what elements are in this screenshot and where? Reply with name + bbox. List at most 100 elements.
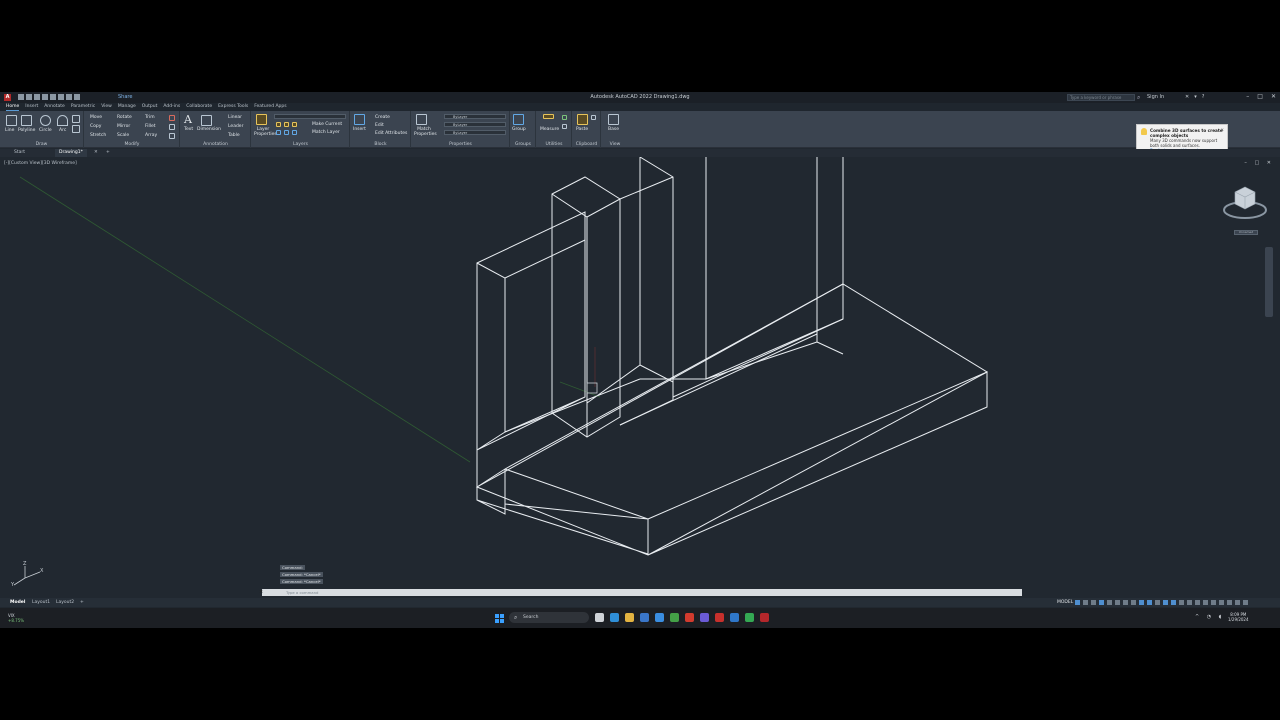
task-view-icon[interactable] (595, 613, 604, 622)
properties-panel-title[interactable]: Properties (412, 142, 509, 147)
layer-walk-icon[interactable] (292, 130, 297, 135)
tab-insert[interactable]: Insert (25, 103, 38, 111)
calculator-icon[interactable] (562, 115, 567, 120)
file-explorer-icon[interactable] (625, 613, 634, 622)
paste-icon[interactable] (577, 114, 588, 125)
tab-add-ins[interactable]: Add-ins (163, 103, 180, 111)
tab-drawing1[interactable]: Drawing1* (55, 149, 87, 157)
linear-button[interactable]: Linear (228, 115, 242, 120)
draw-panel-title[interactable]: Draw (0, 142, 83, 147)
acrobat-icon[interactable] (760, 613, 769, 622)
explode-icon[interactable] (169, 124, 175, 130)
tab-output[interactable]: Output (142, 103, 158, 111)
minimize-icon[interactable]: – (1246, 93, 1249, 100)
block-panel-title[interactable]: Block (351, 142, 410, 147)
create-block-button[interactable]: Create (375, 115, 390, 120)
ticker-widget[interactable]: VIX +8.75% (8, 613, 24, 623)
text-button[interactable]: Text (184, 127, 193, 132)
chrome-icon[interactable] (670, 613, 679, 622)
arc-icon[interactable] (57, 115, 68, 126)
utilities-panel-title[interactable]: Utilities (537, 142, 571, 147)
customization-menu-icon[interactable] (1243, 600, 1248, 605)
tab-collaborate[interactable]: Collaborate (186, 103, 212, 111)
polyline-button[interactable]: Polyline (18, 128, 35, 133)
tab-annotate[interactable]: Annotate (44, 103, 65, 111)
rotate-button[interactable]: Rotate (117, 115, 132, 120)
edge-icon[interactable] (610, 613, 619, 622)
isodraft-icon[interactable] (1107, 600, 1112, 605)
navigation-bar[interactable] (1265, 247, 1273, 317)
layer-properties-icon[interactable] (256, 114, 267, 125)
copy-button[interactable]: Copy (90, 124, 101, 129)
layers-panel-title[interactable]: Layers (252, 142, 349, 147)
command-input[interactable]: Type a command (286, 590, 986, 595)
grid-icon[interactable] (1075, 600, 1080, 605)
copy-clip-icon[interactable] (591, 115, 596, 120)
annotation-panel-title[interactable]: Annotation (181, 142, 250, 147)
store-icon[interactable] (640, 613, 649, 622)
paste-button[interactable]: Paste (576, 127, 588, 132)
taskbar-search-input[interactable]: ⌕ Search (509, 612, 589, 623)
clipboard-panel-title[interactable]: Clipboard (573, 142, 600, 147)
hardware-acceleration-icon[interactable] (1227, 600, 1232, 605)
base-view-icon[interactable] (608, 114, 619, 125)
teams-icon[interactable] (700, 613, 709, 622)
ucs-menu[interactable]: Unnamed (1234, 230, 1258, 235)
modify-panel-title[interactable]: Modify (85, 142, 179, 147)
edit-attributes-button[interactable]: Edit Attributes (375, 131, 407, 136)
hatch-icon[interactable] (72, 125, 80, 133)
system-tray[interactable]: ^ ◔ ◖ (1195, 614, 1224, 620)
move-button[interactable]: Move (90, 115, 102, 120)
color-dropdown[interactable]: ByLayer (444, 114, 506, 119)
circle-button[interactable]: Circle (39, 128, 52, 133)
osnap-icon[interactable] (1123, 600, 1128, 605)
rectangle-icon[interactable] (72, 115, 80, 123)
model-space-canvas[interactable] (0, 157, 1280, 597)
tab-manage[interactable]: Manage (118, 103, 136, 111)
help-icon[interactable]: ? (1202, 94, 1205, 100)
erase-icon[interactable] (169, 115, 175, 121)
command-close-icon[interactable]: ✕ (259, 589, 263, 595)
tab-start[interactable]: Start (14, 149, 25, 157)
layer-isolate-icon[interactable] (276, 130, 281, 135)
help-search-input[interactable]: Type a keyword or phrase (1067, 94, 1135, 101)
search-icon[interactable]: ⌕ (1137, 94, 1140, 102)
polyline-icon[interactable] (21, 115, 32, 126)
mail-icon[interactable] (655, 613, 664, 622)
transparency-icon[interactable] (1139, 600, 1144, 605)
line-icon[interactable] (6, 115, 17, 126)
line-button[interactable]: Line (5, 128, 14, 133)
lock-ui-icon[interactable] (1211, 600, 1216, 605)
annotation-monitor-icon[interactable] (1187, 600, 1192, 605)
layer-off-icon[interactable] (284, 130, 289, 135)
3d-osnap-icon[interactable] (1155, 600, 1160, 605)
measure-button[interactable]: Measure (540, 127, 559, 132)
layer-freeze-icon[interactable] (284, 122, 289, 127)
osnap-tracking-icon[interactable] (1115, 600, 1120, 605)
maximize-icon[interactable]: □ (1257, 93, 1263, 100)
selection-cycling-icon[interactable] (1147, 600, 1152, 605)
view-panel-title[interactable]: View (602, 142, 628, 147)
table-button[interactable]: Table (228, 133, 240, 138)
edit-block-button[interactable]: Edit (375, 123, 384, 128)
group-button[interactable]: Group (512, 127, 526, 132)
sign-in-button[interactable]: Sign In (1147, 94, 1164, 100)
select-all-icon[interactable] (562, 124, 567, 129)
stretch-button[interactable]: Stretch (90, 133, 106, 138)
viewcube-icon[interactable] (1222, 180, 1268, 226)
group-icon[interactable] (513, 114, 524, 125)
tab-view[interactable]: View (101, 103, 112, 111)
word-icon[interactable] (730, 613, 739, 622)
layer-lock-icon[interactable] (292, 122, 297, 127)
tab-express-tools[interactable]: Express Tools (218, 103, 248, 111)
insert-block-icon[interactable] (354, 114, 365, 125)
lineweight-dropdown[interactable]: ByLayer (444, 130, 506, 135)
polar-icon[interactable] (1099, 600, 1104, 605)
tab-parametric[interactable]: Parametric (71, 103, 95, 111)
trim-button[interactable]: Trim (145, 115, 155, 120)
new-tab-button[interactable]: + (106, 149, 110, 157)
autocad-taskbar-icon[interactable] (715, 613, 724, 622)
tab-featured-apps[interactable]: Featured Apps (254, 103, 286, 111)
tab-home[interactable]: Home (6, 103, 20, 111)
tab-model[interactable]: Model (10, 598, 25, 607)
